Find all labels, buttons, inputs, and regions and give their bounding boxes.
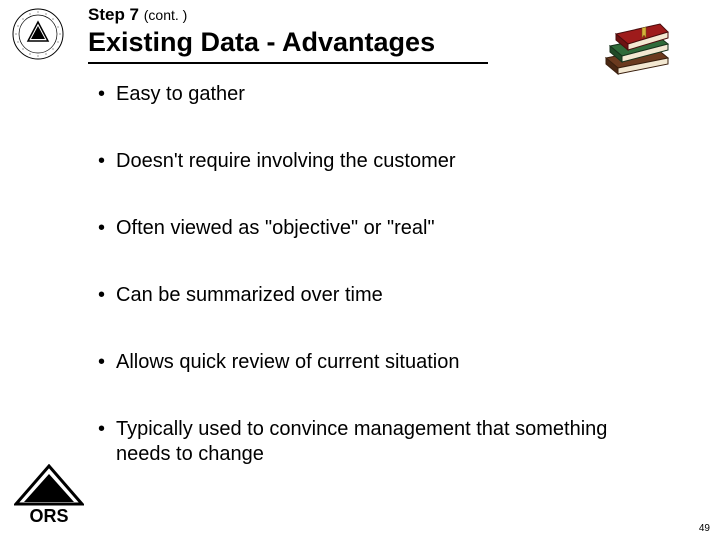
bullet-text: Can be summarized over time bbox=[116, 284, 383, 306]
list-item: Typically used to convince management th… bbox=[98, 417, 660, 467]
bullet-text: Often viewed as "objective" or "real" bbox=[116, 217, 435, 239]
slide-header: Step 7 (cont. ) Existing Data - Advantag… bbox=[88, 5, 680, 64]
slide-title: Existing Data - Advantages bbox=[88, 27, 680, 58]
bullet-list: Easy to gather Doesn't require involving… bbox=[98, 82, 660, 509]
list-item: Often viewed as "objective" or "real" bbox=[98, 216, 660, 241]
ors-logo: ORS bbox=[14, 464, 84, 526]
nih-seal-logo bbox=[12, 8, 64, 60]
books-icon bbox=[602, 14, 676, 83]
slide: Step 7 (cont. ) Existing Data - Advantag… bbox=[0, 0, 720, 540]
step-number: Step 7 bbox=[88, 5, 144, 24]
bullet-text: Typically used to convince management th… bbox=[116, 418, 607, 465]
title-underline bbox=[88, 62, 488, 64]
bullet-text: Easy to gather bbox=[116, 83, 245, 105]
ors-logo-text: ORS bbox=[29, 506, 68, 526]
list-item: Can be summarized over time bbox=[98, 283, 660, 308]
list-item: Allows quick review of current situation bbox=[98, 350, 660, 375]
list-item: Easy to gather bbox=[98, 82, 660, 107]
bullet-text: Doesn't require involving the customer bbox=[116, 150, 456, 172]
list-item: Doesn't require involving the customer bbox=[98, 149, 660, 174]
bullet-text: Allows quick review of current situation bbox=[116, 351, 459, 373]
page-number: 49 bbox=[699, 523, 710, 534]
step-label: Step 7 (cont. ) bbox=[88, 5, 680, 25]
step-cont: (cont. ) bbox=[144, 7, 188, 23]
